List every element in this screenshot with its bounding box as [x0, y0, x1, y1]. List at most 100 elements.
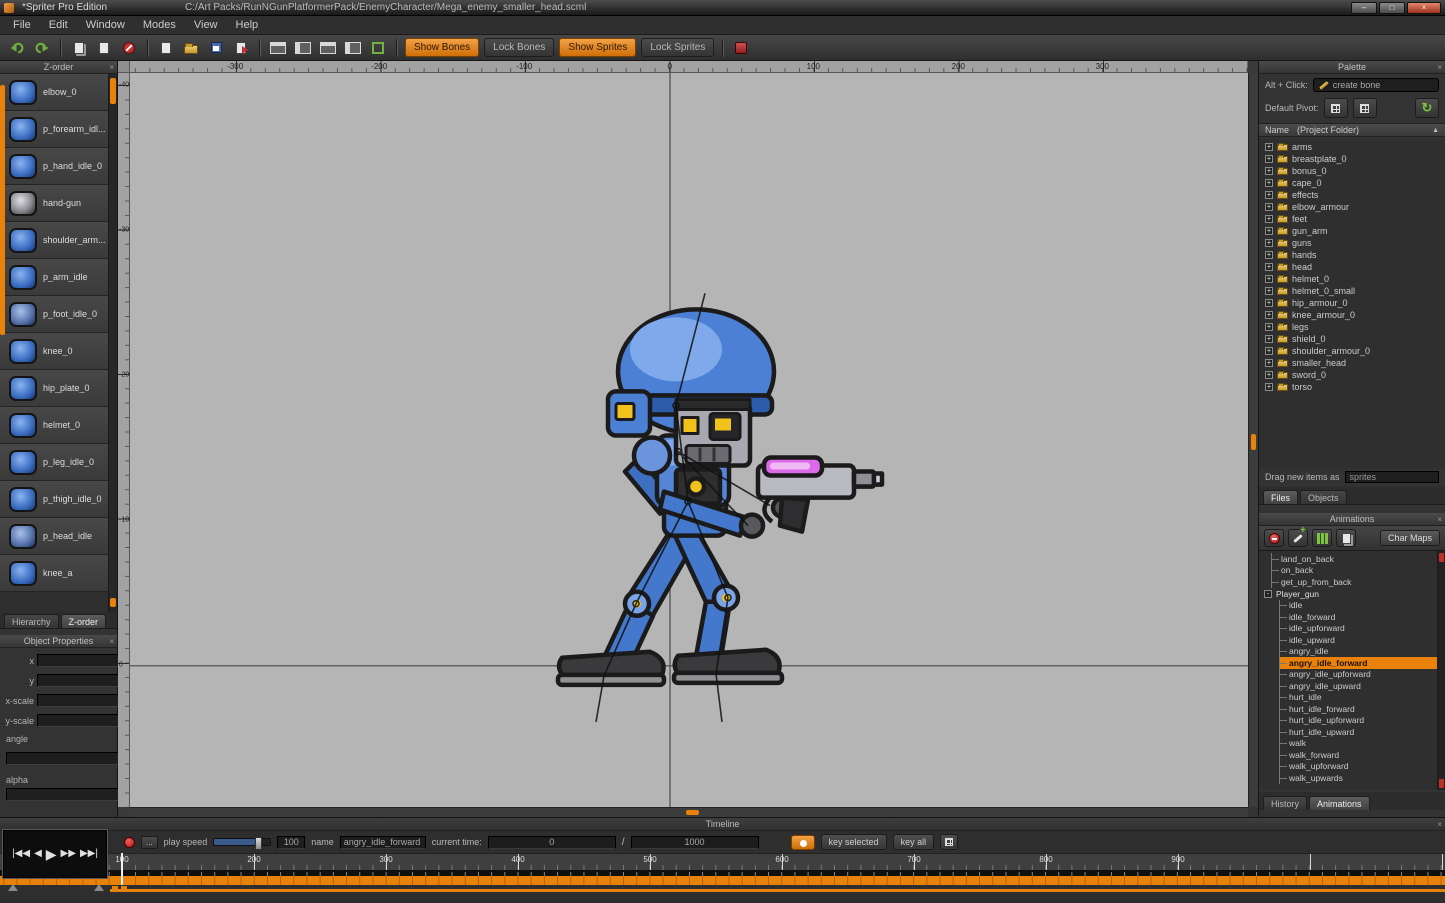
zorder-item[interactable]: p_arm_idle [0, 259, 108, 296]
expand-icon[interactable] [1265, 203, 1273, 211]
folder-row[interactable]: helmet_0_small [1259, 285, 1445, 297]
animations-scrollbar[interactable] [1437, 551, 1445, 790]
play-button[interactable] [46, 847, 57, 861]
animation-group-row[interactable]: Player_gun [1259, 588, 1445, 600]
animation-item[interactable]: angry_idle_upward [1259, 680, 1445, 692]
export-icon[interactable] [231, 38, 251, 58]
zorder-item[interactable]: elbow_0 [0, 74, 108, 111]
pivot-center-button[interactable] [1353, 98, 1377, 118]
view-layout-2-icon[interactable] [293, 38, 313, 58]
animation-name-field[interactable] [340, 836, 426, 849]
folder-row[interactable]: knee_armour_0 [1259, 309, 1445, 321]
view-layout-4-icon[interactable] [343, 38, 363, 58]
zorder-item[interactable]: p_foot_idle_0 [0, 296, 108, 333]
zorder-item[interactable]: p_head_idle [0, 518, 108, 555]
palette-panel-header[interactable]: Palette [1259, 61, 1445, 74]
canvas-horizontal-scrollbar[interactable] [130, 807, 1248, 817]
expand-icon[interactable] [1265, 239, 1273, 247]
tab-zorder[interactable]: Z-order [61, 614, 107, 628]
zorder-item[interactable]: hip_plate_0 [0, 370, 108, 407]
keyframe-track-secondary[interactable] [110, 889, 1445, 892]
close-icon[interactable] [1437, 513, 1442, 526]
animations-panel-header[interactable]: Animations [1259, 513, 1445, 526]
fullscreen-icon[interactable] [368, 38, 388, 58]
add-bone-animation-button[interactable] [1288, 529, 1308, 547]
folder-row[interactable]: legs [1259, 321, 1445, 333]
redo-icon[interactable] [32, 38, 52, 58]
pivot-grid-button[interactable] [1324, 98, 1348, 118]
animation-item[interactable]: angry_idle_upforward [1259, 669, 1445, 681]
folder-row[interactable]: effects [1259, 189, 1445, 201]
animation-item[interactable]: idle [1259, 600, 1445, 612]
close-icon[interactable] [1407, 2, 1441, 14]
folder-row[interactable]: smaller_head [1259, 357, 1445, 369]
expand-icon[interactable] [1265, 179, 1273, 187]
tab-files[interactable]: Files [1263, 490, 1298, 504]
undo-icon[interactable] [7, 38, 27, 58]
close-icon[interactable] [1437, 818, 1442, 831]
zorder-item[interactable]: knee_a [0, 555, 108, 592]
lock-sprites-button[interactable]: Lock Sprites [641, 38, 714, 57]
folder-row[interactable]: feet [1259, 213, 1445, 225]
folder-row[interactable]: helmet_0 [1259, 273, 1445, 285]
folder-row[interactable]: shoulder_armour_0 [1259, 345, 1445, 357]
copy-icon[interactable] [69, 38, 89, 58]
auto-key-button[interactable] [791, 835, 815, 850]
folder-row[interactable]: hands [1259, 249, 1445, 261]
expand-icon[interactable] [1265, 383, 1273, 391]
animation-item[interactable]: land_on_back [1259, 553, 1445, 565]
canvas-vertical-scrollbar[interactable] [1248, 73, 1258, 807]
folder-row[interactable]: guns [1259, 237, 1445, 249]
expand-icon[interactable] [1265, 347, 1273, 355]
menu-item[interactable]: Edit [40, 17, 77, 33]
tab-animations[interactable]: Animations [1309, 796, 1370, 810]
play-speed-field[interactable] [277, 836, 305, 849]
menu-item[interactable]: Window [77, 17, 134, 33]
folder-row[interactable]: bonus_0 [1259, 165, 1445, 177]
folder-row[interactable]: head [1259, 261, 1445, 273]
keyframe-track[interactable] [0, 876, 1445, 885]
animation-item[interactable]: idle_forward [1259, 611, 1445, 623]
folder-row[interactable]: elbow_armour [1259, 201, 1445, 213]
canvas-viewport[interactable] [130, 73, 1248, 807]
view-layout-1-icon[interactable] [268, 38, 288, 58]
expand-icon[interactable] [1265, 155, 1273, 163]
timeline-options-button[interactable] [940, 834, 958, 850]
expand-icon[interactable] [1265, 311, 1273, 319]
new-file-icon[interactable] [156, 38, 176, 58]
menu-item[interactable]: Help [227, 17, 268, 33]
animation-item[interactable]: hurt_idle_upforward [1259, 715, 1445, 727]
properties-panel-header[interactable]: Object Properties [0, 635, 117, 648]
character-mode-icon[interactable] [731, 38, 751, 58]
tab-hierarchy[interactable]: Hierarchy [4, 614, 59, 628]
key-all-button[interactable]: key all [893, 834, 935, 850]
next-frame-button[interactable] [61, 849, 76, 859]
canvas-stage[interactable] [130, 73, 1248, 807]
timeline-panel-header[interactable]: Timeline [0, 818, 1445, 831]
folder-row[interactable]: gun_arm [1259, 225, 1445, 237]
minimize-icon[interactable] [1351, 2, 1377, 14]
folder-row[interactable]: torso [1259, 381, 1445, 393]
playhead-marker[interactable] [121, 853, 123, 885]
menu-item[interactable]: View [185, 17, 227, 33]
zorder-item[interactable]: shoulder_arm... [0, 222, 108, 259]
zorder-scrollbar-left[interactable] [0, 85, 5, 335]
zorder-item[interactable]: p_forearm_idl... [0, 111, 108, 148]
expand-icon[interactable] [1265, 299, 1273, 307]
save-icon[interactable] [206, 38, 226, 58]
key-selected-button[interactable]: key selected [821, 834, 887, 850]
animation-item[interactable]: walk_upwards [1259, 772, 1445, 784]
animation-item[interactable]: hurt_idle_forward [1259, 703, 1445, 715]
close-icon[interactable] [109, 61, 114, 74]
expand-icon[interactable] [1265, 143, 1273, 151]
folder-row[interactable]: shield_0 [1259, 333, 1445, 345]
folder-row[interactable]: sword_0 [1259, 369, 1445, 381]
paste-icon[interactable] [94, 38, 114, 58]
menu-item[interactable]: File [4, 17, 40, 33]
animation-item[interactable]: idle_upforward [1259, 623, 1445, 635]
new-animation-button[interactable] [1312, 529, 1332, 547]
expand-icon[interactable] [1265, 167, 1273, 175]
expand-icon[interactable] [1265, 215, 1273, 223]
lock-bones-button[interactable]: Lock Bones [484, 38, 554, 57]
collapse-icon[interactable] [1264, 590, 1272, 598]
